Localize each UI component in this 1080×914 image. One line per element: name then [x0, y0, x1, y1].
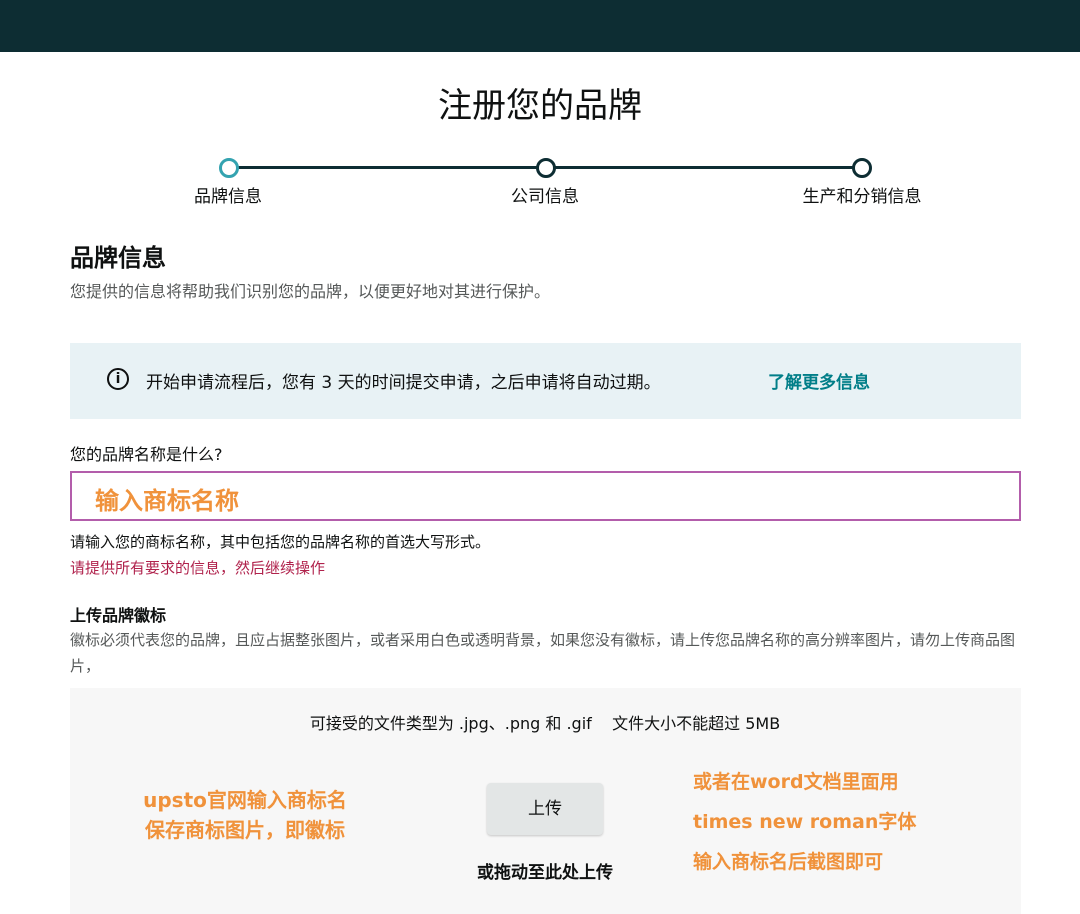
info-icon: i [107, 368, 129, 390]
upload-button[interactable]: 上传 [487, 783, 603, 835]
annotation-left-line: 保存商标图片，即徽标 [145, 818, 345, 842]
brand-name-annotation: 输入商标名称 [95, 487, 239, 515]
step-label-distribution-info: 生产和分销信息 [802, 187, 922, 207]
section-title: 品牌信息 [70, 244, 166, 272]
annotation-left: upsto官网输入商标名 保存商标图片，即徽标 [100, 785, 390, 845]
brand-name-error: 请提供所有要求的信息，然后继续操作 [70, 559, 326, 577]
stepper-line-1 [236, 166, 538, 169]
step-dot-brand-info [219, 158, 239, 178]
page-title: 注册您的品牌 [438, 86, 642, 126]
annotation-right-line: 或者在word文档里面用 [693, 771, 899, 793]
top-navigation-bar [0, 0, 1080, 52]
step-label-company-info: 公司信息 [511, 187, 579, 207]
annotation-right-line: times new roman字体 [693, 811, 917, 833]
annotation-right: 或者在word文档里面用 times new roman字体 输入商标名后截图即… [693, 762, 916, 882]
logo-upload-title: 上传品牌徽标 [70, 606, 167, 625]
step-label-brand-info: 品牌信息 [194, 187, 262, 207]
notice-text: 开始申请流程后，您有 3 天的时间提交申请，之后申请将自动过期。 [146, 373, 661, 393]
section-description: 您提供的信息将帮助我们识别您的品牌，以便更好地对其进行保护。 [70, 282, 551, 301]
file-type-info: 可接受的文件类型为 .jpg、.png 和 .gif 文件大小不能超过 5MB [309, 714, 781, 733]
step-dot-distribution-info [852, 158, 872, 178]
brand-name-question: 您的品牌名称是什么? [70, 445, 223, 464]
stepper-line-2 [553, 166, 853, 169]
annotation-left-line: upsto官网输入商标名 [143, 788, 347, 812]
step-dot-company-info [536, 158, 556, 178]
brand-name-hint: 请输入您的商标名称，其中包括您的品牌名称的首选大写形式。 [70, 533, 491, 551]
annotation-right-line: 输入商标名后截图即可 [693, 851, 884, 873]
learn-more-link[interactable]: 了解更多信息 [768, 368, 870, 393]
drag-to-upload-text: 或拖动至此处上传 [477, 863, 613, 883]
logo-upload-description: 徽标必须代表您的品牌，且应占据整张图片，或者采用白色或透明背景，如果您没有徽标，… [70, 631, 1016, 675]
